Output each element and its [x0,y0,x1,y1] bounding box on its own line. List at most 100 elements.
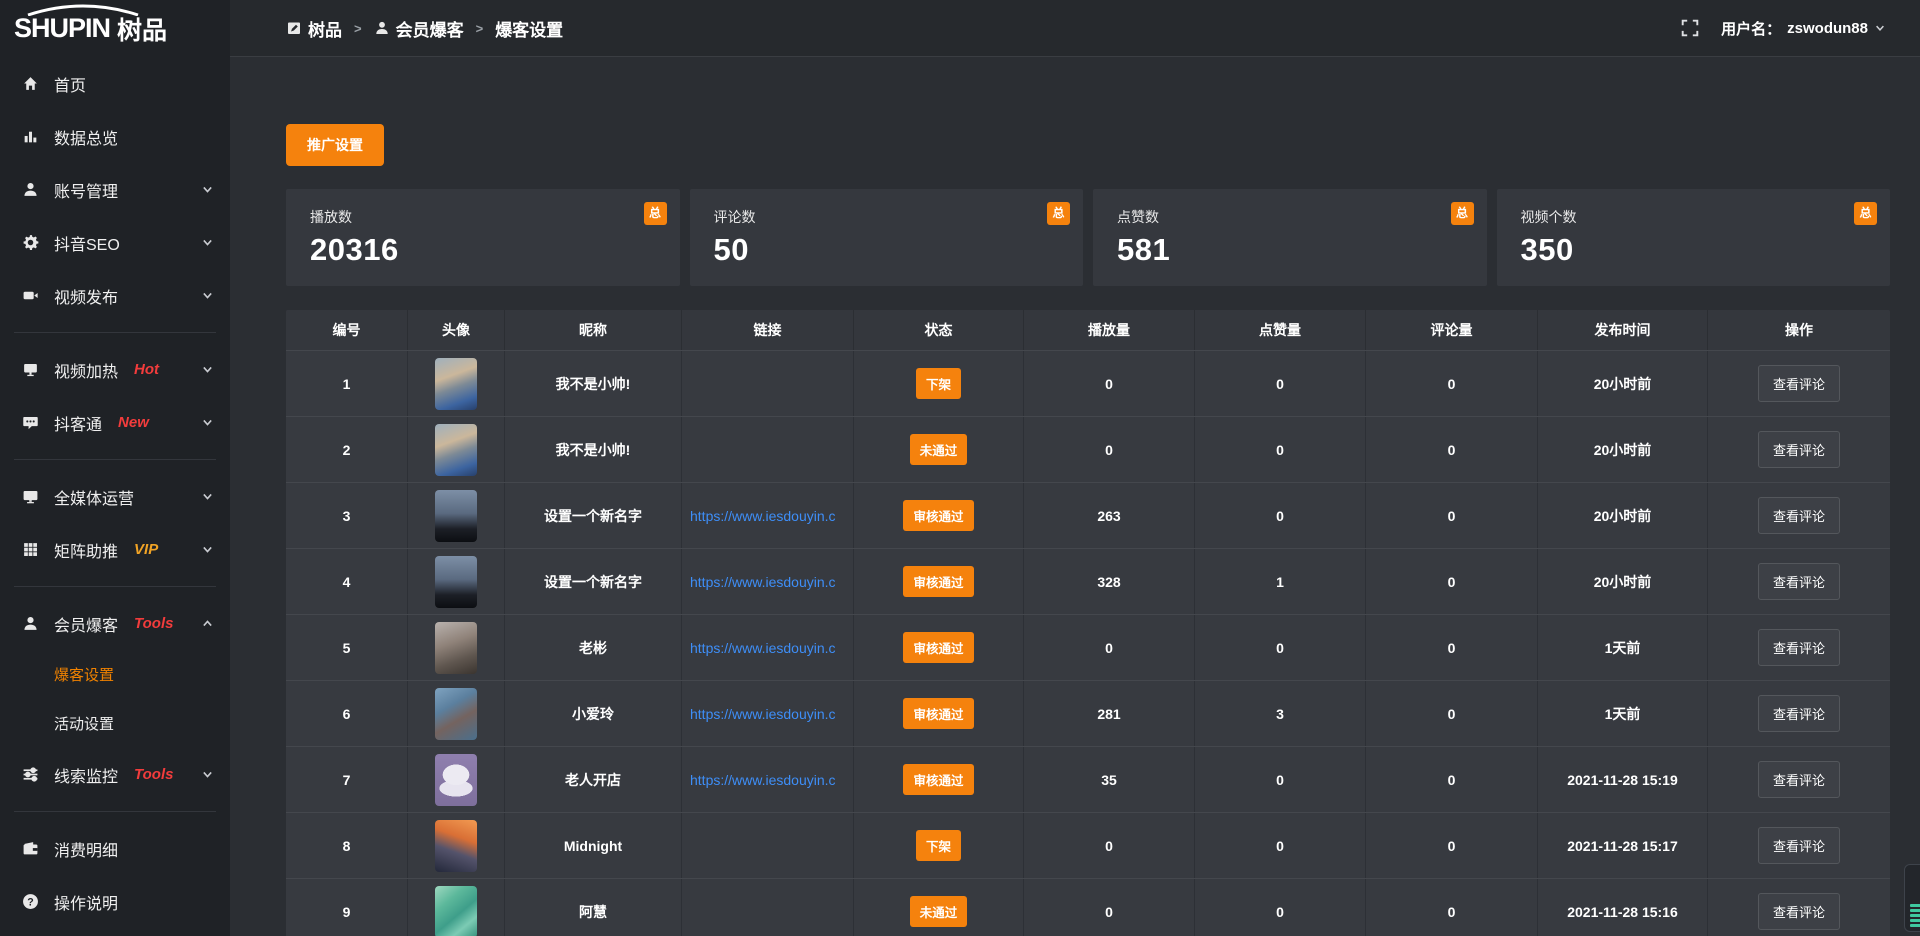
cell-avatar [408,351,505,416]
status-badge: 审核通过 [903,698,973,729]
cell-nickname: 我不是小帅! [505,417,682,482]
sidebar-item-操作说明[interactable]: ?操作说明 [0,875,230,928]
column-header-评论量: 评论量 [1366,310,1538,350]
sidebar-item-账号管理[interactable]: 账号管理 [0,163,230,216]
fullscreen-icon[interactable] [1681,19,1699,37]
sliders-icon [22,766,39,783]
avatar-dark-sky-photo [435,490,477,542]
breadcrumb-item-树品[interactable]: 树品 [286,16,342,41]
cell-comments: 0 [1366,351,1538,416]
view-comments-button[interactable]: 查看评论 [1758,695,1840,732]
breadcrumb-separator: > [474,21,486,36]
sidebar-item-label: 抖客通 [54,411,102,435]
sidebar-item-label: 视频发布 [54,284,118,308]
column-header-状态: 状态 [854,310,1024,350]
cell-avatar [408,417,505,482]
sidebar-subitem-爆客设置[interactable]: 爆客设置 [0,650,230,699]
cell-action: 查看评论 [1708,813,1890,878]
video-link[interactable]: https://www.iesdouyin.c [690,706,836,722]
cell-plays: 281 [1024,681,1195,746]
cell-status: 下架 [854,351,1024,416]
video-link[interactable]: https://www.iesdouyin.c [690,772,836,788]
column-header-发布时间: 发布时间 [1538,310,1708,350]
sidebar-item-label: 矩阵助推 [54,538,118,562]
cell-plays: 263 [1024,483,1195,548]
cell-plays: 0 [1024,813,1195,878]
view-comments-button[interactable]: 查看评论 [1758,827,1840,864]
user-icon [374,20,390,36]
video-link[interactable]: https://www.iesdouyin.c [690,640,836,656]
cell-id: 7 [286,747,408,812]
cell-id: 6 [286,681,408,746]
cell-nickname: Midnight [505,813,682,878]
video-link[interactable]: https://www.iesdouyin.c [690,574,836,590]
sidebar-item-线索监控[interactable]: 线索监控Tools [0,748,230,801]
user-menu[interactable]: 用户名：zswodun88 [1721,18,1886,39]
chevron-down-icon [1874,22,1886,34]
cell-nickname: 设置一个新名字 [505,549,682,614]
sidebar-subitem-活动设置[interactable]: 活动设置 [0,699,230,748]
breadcrumb-item-会员爆客[interactable]: 会员爆客 [374,16,464,41]
app-viewport: SHUPIN 树品 首页数据总览账号管理抖音SEO视频发布视频加热Hot抖客通N… [0,0,1920,936]
column-header-操作: 操作 [1708,310,1890,350]
view-comments-button[interactable]: 查看评论 [1758,563,1840,600]
cell-time: 2021-11-28 15:17 [1538,813,1708,878]
cell-plays: 0 [1024,351,1195,416]
promotion-settings-button[interactable]: 推广设置 [286,124,384,166]
stat-card-播放数: 播放数20316总 [286,189,680,286]
video-link[interactable]: https://www.iesdouyin.c [690,508,836,524]
view-comments-button[interactable]: 查看评论 [1758,629,1840,666]
view-comments-button[interactable]: 查看评论 [1758,893,1840,930]
stat-total-badge: 总 [644,202,667,225]
sidebar-item-全媒体运营[interactable]: 全媒体运营 [0,470,230,523]
stat-cards: 播放数20316总评论数50总点赞数581总视频个数350总 [286,189,1890,286]
cell-comments: 0 [1366,879,1538,936]
cell-avatar [408,879,505,936]
user-icon [22,615,39,632]
stat-label: 评论数 [714,207,1060,227]
stat-total-badge: 总 [1451,202,1474,225]
cell-link [682,351,854,416]
view-comments-button[interactable]: 查看评论 [1758,497,1840,534]
sidebar-item-tag: Hot [134,361,159,378]
stat-label: 播放数 [310,207,656,227]
sidebar-item-矩阵助推[interactable]: 矩阵助推 VIP [0,523,230,576]
sidebar-item-抖客通[interactable]: 抖客通New [0,396,230,449]
cell-comments: 0 [1366,681,1538,746]
username-label: 用户名： [1721,18,1781,39]
home-icon [22,75,39,92]
cell-avatar [408,549,505,614]
sidebar-item-视频加热[interactable]: 视频加热Hot [0,343,230,396]
cell-link: https://www.iesdouyin.c [682,615,854,680]
topbar: 树品>会员爆客>爆客设置 用户名：zswodun88 [230,0,1920,57]
sidebar-item-会员爆客[interactable]: 会员爆客Tools [0,597,230,650]
column-header-昵称: 昵称 [505,310,682,350]
cell-comments: 0 [1366,615,1538,680]
sidebar-item-tag: VIP [134,541,158,558]
column-header-播放量: 播放量 [1024,310,1195,350]
wallet-icon [22,840,39,857]
cell-action: 查看评论 [1708,615,1890,680]
floating-contact-widget[interactable] [1904,864,1920,932]
sidebar-item-label: 线索监控 [54,763,118,787]
cell-likes: 3 [1195,681,1366,746]
column-header-链接: 链接 [682,310,854,350]
cell-comments: 0 [1366,417,1538,482]
sidebar-item-视频发布[interactable]: 视频发布 [0,269,230,322]
sidebar-item-首页[interactable]: 首页 [0,57,230,110]
cell-link: https://www.iesdouyin.c [682,681,854,746]
cell-plays: 328 [1024,549,1195,614]
sidebar-item-数据总览[interactable]: 数据总览 [0,110,230,163]
stat-card-视频个数: 视频个数350总 [1497,189,1891,286]
cell-status: 未通过 [854,417,1024,482]
sidebar-nav: 首页数据总览账号管理抖音SEO视频发布视频加热Hot抖客通New全媒体运营矩阵助… [0,57,230,928]
breadcrumb-label: 会员爆客 [396,16,464,41]
cell-likes: 0 [1195,615,1366,680]
cell-id: 4 [286,549,408,614]
view-comments-button[interactable]: 查看评论 [1758,431,1840,468]
chevron-down-icon [201,768,214,781]
view-comments-button[interactable]: 查看评论 [1758,365,1840,402]
sidebar-item-消费明细[interactable]: 消费明细 [0,822,230,875]
sidebar-item-抖音SEO[interactable]: 抖音SEO [0,216,230,269]
view-comments-button[interactable]: 查看评论 [1758,761,1840,798]
